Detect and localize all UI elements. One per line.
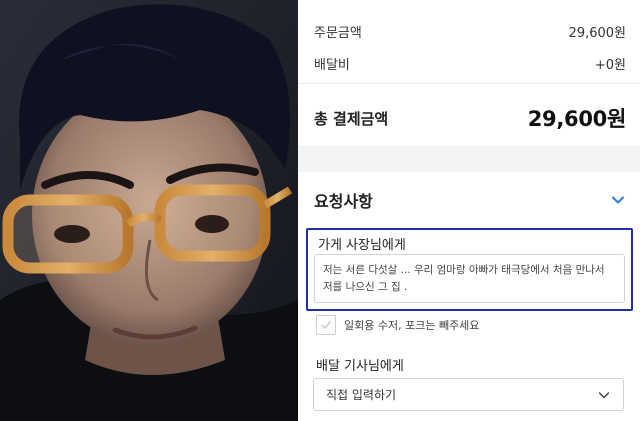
store-request-label: 가게 사장님에게 (318, 238, 406, 253)
utensils-checkbox-row[interactable]: 일회용 수저, 포크는 빼주세요 (316, 315, 479, 335)
requests-section-header[interactable]: 요청사항 (314, 188, 626, 212)
total-row: 총 결제금액 29,600원 (314, 103, 626, 133)
rider-request-selected: 직접 입력하기 (326, 388, 397, 402)
order-amount-value: 29,600원 (568, 26, 626, 41)
rider-request-select[interactable]: 직접 입력하기 (313, 378, 624, 411)
divider (298, 83, 640, 84)
profile-photo (0, 0, 298, 421)
delivery-fee-row: 배달비 +0원 (314, 54, 626, 73)
chevron-down-icon[interactable] (610, 192, 626, 208)
requests-title: 요청사항 (314, 192, 373, 211)
order-amount-label: 주문금액 (314, 26, 362, 41)
rider-request-label: 배달 기사님에게 (316, 359, 404, 374)
section-gap (298, 146, 640, 172)
utensils-checkbox[interactable] (316, 315, 336, 335)
delivery-fee-value: +0원 (594, 58, 626, 73)
total-value: 29,600원 (527, 107, 627, 131)
utensils-checkbox-label: 일회용 수저, 포크는 빼주세요 (344, 319, 480, 332)
chevron-down-icon (598, 391, 610, 398)
order-amount-row: 주문금액 29,600원 (314, 22, 626, 41)
check-icon (321, 321, 331, 329)
delivery-fee-label: 배달비 (314, 58, 350, 73)
total-label: 총 결제금액 (314, 109, 389, 128)
store-request-input[interactable]: 저는 서른 다섯살 ... 우리 엄마랑 아빠가 태극당에서 처음 만나서 저를… (314, 254, 625, 303)
